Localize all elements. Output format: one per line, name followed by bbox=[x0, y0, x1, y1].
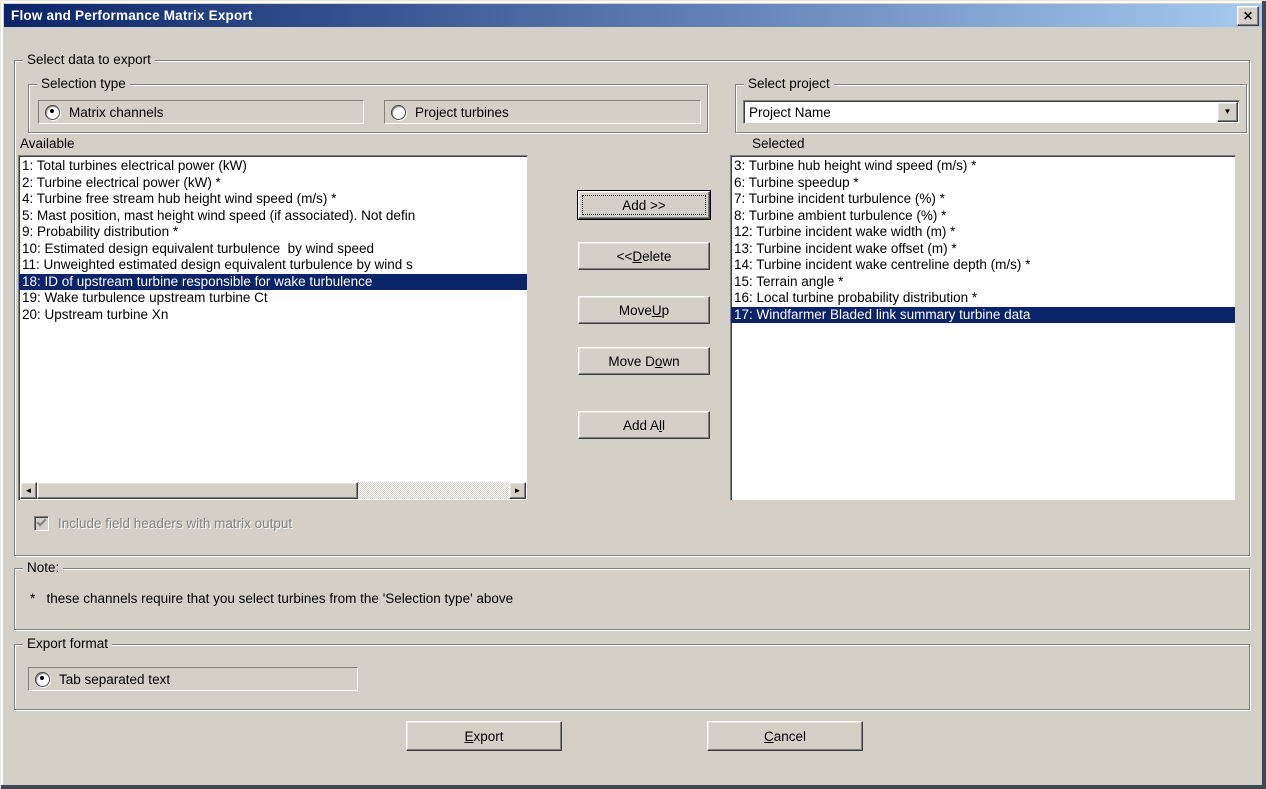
list-item[interactable]: 13: Turbine incident wake offset (m) * bbox=[731, 241, 1235, 258]
chevron-down-icon: ▼ bbox=[1224, 108, 1232, 116]
close-button[interactable]: ✕ bbox=[1237, 6, 1259, 26]
selected-listbox[interactable]: 3: Turbine hub height wind speed (m/s) *… bbox=[730, 155, 1236, 501]
include-headers-checkbox-row[interactable]: Include field headers with matrix output bbox=[34, 516, 292, 531]
add-all-button[interactable]: Add All bbox=[578, 411, 710, 439]
radio-matrix-channels-label: Matrix channels bbox=[69, 105, 164, 120]
scroll-right-button[interactable]: ► bbox=[509, 482, 526, 499]
move-up-button[interactable]: Move Up bbox=[578, 296, 710, 324]
delete-button[interactable]: << Delete bbox=[578, 242, 710, 270]
combo-dropdown-button[interactable]: ▼ bbox=[1217, 102, 1238, 122]
selected-list-rows: 3: Turbine hub height wind speed (m/s) *… bbox=[731, 156, 1235, 500]
note-text: * these channels require that you select… bbox=[30, 591, 513, 606]
radio-matrix-channels[interactable]: Matrix channels bbox=[38, 100, 364, 124]
arrow-left-icon: ◄ bbox=[25, 487, 33, 495]
title-bar[interactable]: Flow and Performance Matrix Export ✕ bbox=[4, 4, 1262, 27]
cancel-button[interactable]: Cancel bbox=[707, 721, 863, 751]
list-item[interactable]: 1: Total turbines electrical power (kW) bbox=[19, 158, 527, 175]
list-item[interactable]: 18: ID of upstream turbine responsible f… bbox=[19, 274, 527, 291]
group-select-data-label: Select data to export bbox=[23, 52, 155, 68]
horizontal-scrollbar[interactable]: ◄ ► bbox=[20, 482, 526, 499]
group-selection-type-label: Selection type bbox=[37, 76, 130, 92]
checkbox-icon[interactable] bbox=[34, 516, 49, 531]
list-item[interactable]: 14: Turbine incident wake centreline dep… bbox=[731, 257, 1235, 274]
list-item[interactable]: 4: Turbine free stream hub height wind s… bbox=[19, 191, 527, 208]
export-dialog: Flow and Performance Matrix Export ✕ Sel… bbox=[0, 0, 1266, 789]
scrollbar-track[interactable] bbox=[37, 482, 509, 499]
radio-project-turbines-label: Project turbines bbox=[415, 105, 509, 120]
selected-list-label: Selected bbox=[752, 136, 805, 151]
radio-tab-separated-label: Tab separated text bbox=[59, 672, 170, 687]
list-item[interactable]: 7: Turbine incident turbulence (%) * bbox=[731, 191, 1235, 208]
add-button[interactable]: Add >> bbox=[578, 191, 710, 219]
available-list-label: Available bbox=[20, 136, 75, 151]
radio-button-icon[interactable] bbox=[35, 672, 50, 687]
list-item[interactable]: 3: Turbine hub height wind speed (m/s) * bbox=[731, 158, 1235, 175]
radio-button-icon[interactable] bbox=[391, 105, 406, 120]
project-combobox[interactable]: Project Name ▼ bbox=[743, 100, 1240, 124]
list-item[interactable]: 20: Upstream turbine Xn bbox=[19, 307, 527, 324]
radio-button-icon[interactable] bbox=[45, 105, 60, 120]
move-down-button[interactable]: Move Down bbox=[578, 347, 710, 375]
list-item[interactable]: 17: Windfarmer Bladed link summary turbi… bbox=[731, 307, 1235, 324]
close-icon: ✕ bbox=[1243, 10, 1253, 22]
list-item[interactable]: 15: Terrain angle * bbox=[731, 274, 1235, 291]
list-item[interactable]: 8: Turbine ambient turbulence (%) * bbox=[731, 208, 1235, 225]
list-item[interactable]: 9: Probability distribution * bbox=[19, 224, 527, 241]
list-item[interactable]: 10: Estimated design equivalent turbulen… bbox=[19, 241, 527, 258]
group-select-project-label: Select project bbox=[744, 76, 834, 92]
list-item[interactable]: 16: Local turbine probability distributi… bbox=[731, 290, 1235, 307]
available-list-rows: 1: Total turbines electrical power (kW)2… bbox=[19, 156, 527, 481]
list-item[interactable]: 6: Turbine speedup * bbox=[731, 175, 1235, 192]
project-combobox-value: Project Name bbox=[744, 105, 1217, 120]
list-item[interactable]: 5: Mast position, mast height wind speed… bbox=[19, 208, 527, 225]
group-note-label: Note: bbox=[23, 560, 63, 576]
available-listbox[interactable]: 1: Total turbines electrical power (kW)2… bbox=[18, 155, 528, 501]
window-title: Flow and Performance Matrix Export bbox=[11, 8, 1237, 23]
scroll-left-button[interactable]: ◄ bbox=[20, 482, 37, 499]
radio-project-turbines[interactable]: Project turbines bbox=[384, 100, 701, 124]
include-headers-label: Include field headers with matrix output bbox=[58, 516, 292, 531]
list-item[interactable]: 12: Turbine incident wake width (m) * bbox=[731, 224, 1235, 241]
export-button[interactable]: Export bbox=[406, 721, 562, 751]
scrollbar-thumb[interactable] bbox=[37, 482, 358, 499]
list-item[interactable]: 2: Turbine electrical power (kW) * bbox=[19, 175, 527, 192]
list-item[interactable]: 19: Wake turbulence upstream turbine Ct bbox=[19, 290, 527, 307]
group-export-format-label: Export format bbox=[23, 636, 112, 652]
list-item[interactable]: 11: Unweighted estimated design equivale… bbox=[19, 257, 527, 274]
radio-tab-separated[interactable]: Tab separated text bbox=[28, 667, 358, 691]
arrow-right-icon: ► bbox=[514, 487, 522, 495]
